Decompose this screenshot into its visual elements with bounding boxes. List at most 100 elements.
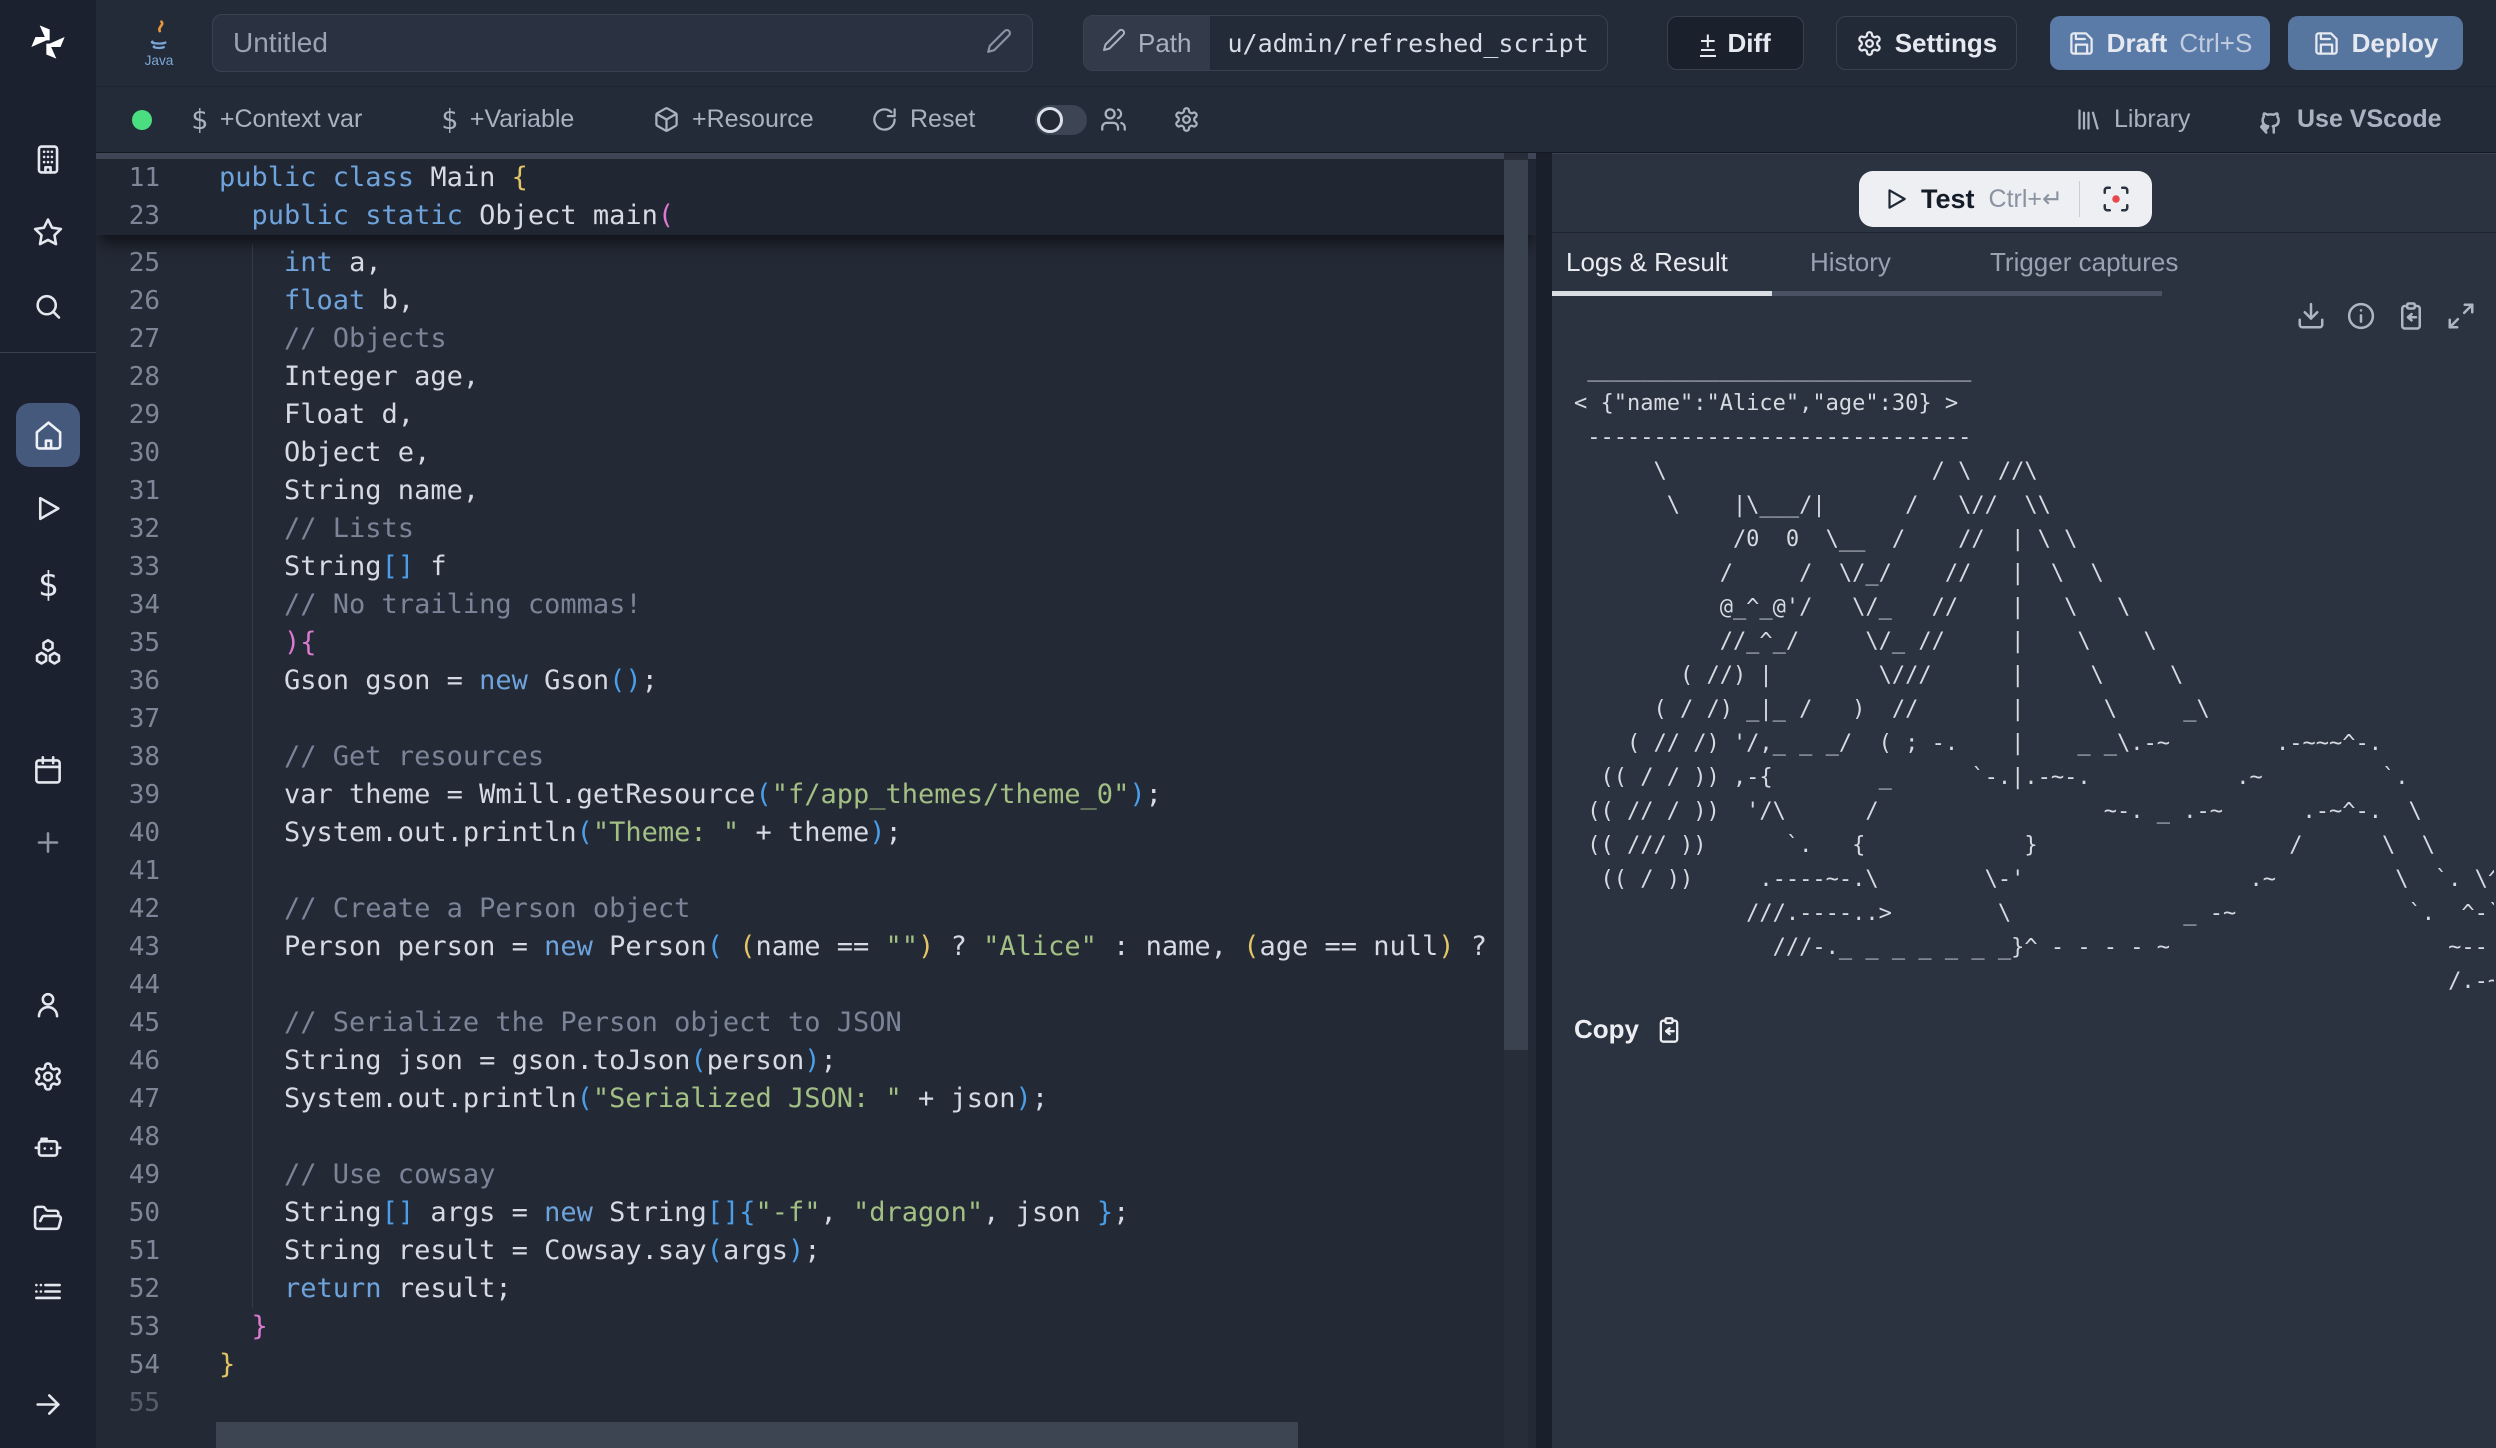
settings-label: Settings — [1895, 28, 1998, 59]
windmill-logo-icon[interactable] — [28, 22, 68, 62]
dollar-icon: $ — [441, 103, 458, 136]
code-line: 33 String[] f — [96, 548, 1536, 586]
add-resource-label: +Resource — [692, 105, 814, 134]
path-label: Path — [1138, 28, 1192, 59]
reset-label: Reset — [910, 105, 975, 134]
vertical-scrollbar[interactable] — [1504, 153, 1528, 1448]
test-header: Test Ctrl+↵ — [1552, 154, 2496, 233]
resources-boxes-icon[interactable] — [33, 637, 64, 668]
code-line: 42 // Create a Person object — [96, 890, 1536, 928]
top-bar: Java Untitled Path u/admin/refreshed_scr… — [96, 0, 2496, 87]
line-number: 48 — [96, 1118, 160, 1156]
folders-icon[interactable] — [33, 1203, 64, 1234]
expand-icon[interactable] — [2446, 301, 2476, 331]
settings-gear-icon[interactable] — [33, 1061, 64, 1092]
line-number: 35 — [96, 624, 160, 662]
edit-pencil-icon[interactable] — [986, 28, 1012, 59]
line-number: 25 — [96, 244, 160, 282]
diff-button[interactable]: ± Diff — [1667, 16, 1804, 70]
workspace-building-icon[interactable] — [33, 144, 64, 175]
toggle-knob — [1037, 107, 1063, 133]
add-plus-icon[interactable] — [33, 827, 64, 858]
horizontal-scrollbar[interactable] — [96, 1422, 1536, 1448]
save-icon — [2313, 30, 2340, 57]
draft-shortcut: Ctrl+S — [2179, 28, 2252, 59]
script-title-input[interactable]: Untitled — [212, 14, 1033, 72]
code-editor[interactable]: 25 int a,26 float b,27 // Objects28 Inte… — [96, 153, 1536, 1448]
line-number: 30 — [96, 434, 160, 472]
deploy-label: Deploy — [2352, 28, 2439, 59]
code-line: 27 // Objects — [96, 320, 1536, 358]
gear-icon — [1856, 30, 1883, 57]
assistant-toggle[interactable] — [1035, 105, 1087, 135]
deploy-button[interactable]: Deploy — [2288, 16, 2463, 70]
use-vscode-button[interactable]: Use VScode — [2255, 87, 2442, 152]
variables-dollar-icon[interactable]: $ — [38, 565, 58, 605]
line-number: 41 — [96, 852, 160, 890]
vertical-scrollbar-thumb[interactable] — [1504, 160, 1528, 1050]
line-number: 27 — [96, 320, 160, 358]
clipboard-copy-icon — [1655, 1016, 1683, 1044]
code-line: 41 — [96, 852, 1536, 890]
line-number: 47 — [96, 1080, 160, 1118]
line-number: 40 — [96, 814, 160, 852]
collaborators-button[interactable] — [1100, 87, 1127, 152]
svg-text:Java: Java — [145, 53, 174, 68]
add-context-var-button[interactable]: $ +Context var — [191, 87, 362, 152]
play-icon — [1883, 186, 1909, 212]
line-number: 44 — [96, 966, 160, 1004]
download-icon[interactable] — [2296, 301, 2326, 331]
favorites-star-icon[interactable] — [33, 217, 64, 248]
editor-settings-button[interactable] — [1173, 87, 1200, 152]
workers-robot-icon[interactable] — [33, 1131, 64, 1162]
runs-play-icon[interactable] — [33, 493, 64, 524]
tab-logs-result[interactable]: Logs & Result — [1566, 233, 1728, 291]
code-line: 32 // Lists — [96, 510, 1536, 548]
logs-list-icon[interactable] — [33, 1276, 64, 1307]
clipboard-paste-icon[interactable] — [2396, 301, 2426, 331]
use-vscode-label: Use VScode — [2297, 105, 2442, 134]
line-number: 43 — [96, 928, 160, 966]
code-line: 31 String name, — [96, 472, 1536, 510]
pencil-icon — [1102, 28, 1126, 59]
tab-history[interactable]: History — [1810, 233, 1891, 291]
line-number: 33 — [96, 548, 160, 586]
code-line: 39 var theme = Wmill.getResource("f/app_… — [96, 776, 1536, 814]
code-line: 52 return result; — [96, 1270, 1536, 1308]
schedules-calendar-icon[interactable] — [33, 754, 64, 785]
capture-button[interactable] — [2090, 177, 2142, 221]
line-number: 54 — [96, 1346, 160, 1384]
code-line: 25 int a, — [96, 244, 1536, 282]
horizontal-scrollbar-thumb[interactable] — [216, 1422, 1298, 1448]
add-variable-button[interactable]: $ +Variable — [441, 87, 574, 152]
test-button[interactable]: Test Ctrl+↵ — [1859, 171, 2152, 227]
library-icon — [2075, 106, 2102, 133]
user-icon[interactable] — [33, 989, 64, 1020]
reset-button[interactable]: Reset — [871, 87, 975, 152]
library-button[interactable]: Library — [2075, 87, 2190, 152]
sidebar-item-home[interactable] — [16, 403, 80, 467]
settings-button[interactable]: Settings — [1836, 16, 2017, 70]
path-field[interactable]: Path u/admin/refreshed_script — [1083, 15, 1608, 71]
code-line: 55 — [96, 1384, 1536, 1422]
gear-icon — [1173, 106, 1200, 133]
info-icon[interactable] — [2346, 301, 2376, 331]
save-icon — [2068, 30, 2095, 57]
line-number: 37 — [96, 700, 160, 738]
dollar-icon: $ — [191, 103, 208, 136]
result-tabs: Logs & Result History Trigger captures — [1552, 233, 2496, 297]
line-number: 42 — [96, 890, 160, 928]
line-number: 39 — [96, 776, 160, 814]
draft-button[interactable]: Draft Ctrl+S — [2050, 16, 2270, 70]
add-resource-button[interactable]: +Resource — [653, 87, 814, 152]
add-variable-label: +Variable — [470, 105, 574, 134]
line-number: 11 — [96, 159, 160, 197]
code-line: 43 Person person = new Person( (name == … — [96, 928, 1536, 966]
tab-trigger-captures[interactable]: Trigger captures — [1990, 233, 2178, 291]
pill-divider — [2079, 181, 2080, 217]
result-actions — [2296, 301, 2476, 331]
search-icon[interactable] — [33, 291, 64, 322]
collapse-arrow-icon[interactable] — [33, 1389, 64, 1420]
copy-button[interactable]: Copy — [1574, 1014, 1683, 1045]
test-shortcut: Ctrl+↵ — [1989, 184, 2063, 214]
